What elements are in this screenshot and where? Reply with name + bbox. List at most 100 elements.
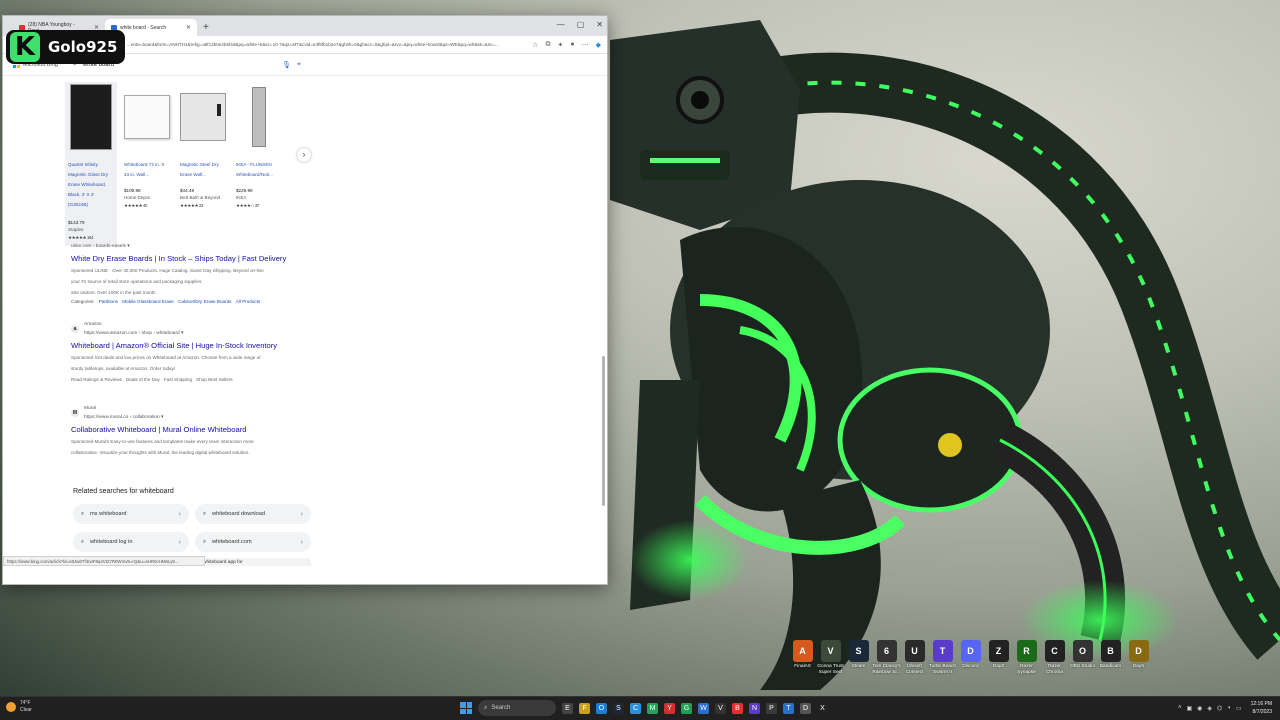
taskbar-app[interactable]: T xyxy=(783,702,794,714)
taskbar-app[interactable]: M xyxy=(647,702,658,714)
desktop-shortcut[interactable]: O OBS Studio xyxy=(1070,640,1095,676)
desktop-shortcut[interactable]: B Bandicam xyxy=(1098,640,1123,676)
result-source-url[interactable]: https://www.amazon.com › shop › whiteboa… xyxy=(84,331,183,336)
product-card[interactable]: Whiteboard 72 in. X 43 in. Wall... $109.… xyxy=(121,82,173,232)
start-button[interactable] xyxy=(460,702,472,714)
search-result: a Amazon https://www.amazon.com › shop ›… xyxy=(71,320,301,385)
discord-icon: D xyxy=(960,640,981,662)
sitelink[interactable]: Partitions xyxy=(99,299,118,304)
taskbar-app[interactable]: C xyxy=(630,702,641,714)
battery-icon[interactable]: ▭ xyxy=(1236,705,1242,712)
close-tab-icon[interactable]: ✕ xyxy=(186,24,191,31)
desktop-shortcut[interactable]: S Steam xyxy=(846,640,871,676)
sitelink[interactable]: Cabinet/Dry Erase Boards xyxy=(178,299,231,304)
tray-app-icon[interactable]: ◉ xyxy=(1197,705,1202,712)
taskbar-app[interactable]: P xyxy=(766,702,777,714)
edge-copilot-icon[interactable]: ◆ xyxy=(596,41,601,49)
url-field[interactable]: ...ente=board&form=ANNTH1&refig=a8f13b0e… xyxy=(127,42,532,47)
desktop-shortcut[interactable]: D Discord xyxy=(958,640,983,676)
carousel-next-button[interactable]: › xyxy=(297,148,311,162)
related-search-chip[interactable]: ⌕ whiteboard.com › xyxy=(195,532,311,552)
product-title[interactable]: IKEA - FLUNSEN Whiteboard/Noti... xyxy=(236,160,282,186)
product-image xyxy=(180,84,226,150)
streamer-overlay: K Golo925 xyxy=(6,30,126,64)
related-search-chip[interactable]: whiteboard app for xyxy=(195,558,311,566)
weather-sun-icon xyxy=(6,702,16,712)
taskbar-app[interactable]: Y xyxy=(664,702,675,714)
product-image xyxy=(124,84,170,150)
app-icon: A xyxy=(792,640,813,662)
maximize-button[interactable]: ▢ xyxy=(577,20,585,29)
tray-app-icon[interactable]: ▣ xyxy=(1187,705,1193,712)
desktop-shortcut[interactable]: D DayS xyxy=(1126,640,1151,676)
ubisoft-icon: U xyxy=(904,640,925,662)
page-scrollbar[interactable] xyxy=(602,356,605,506)
browser-toolbar: ☆ ⧉ ✦ ● ⋯ ◆ xyxy=(532,41,601,49)
taskbar-app[interactable]: V xyxy=(715,702,726,714)
taskbar-search[interactable]: ⌕ Search xyxy=(478,700,556,716)
taskbar-app[interactable]: B xyxy=(732,702,743,714)
result-source-url[interactable]: uline.com › boards-easels ▾ xyxy=(71,242,130,251)
taskbar-app[interactable]: E xyxy=(562,702,573,714)
taskbar-app[interactable]: X xyxy=(817,702,828,714)
taskbar-app[interactable]: N xyxy=(749,702,760,714)
product-title[interactable]: Quartet Infinity Magnetic Glass Dry Eras… xyxy=(68,160,114,218)
search-icon: ⌕ xyxy=(203,538,207,545)
result-source-url[interactable]: https://www.mural.co › collaboration ▾ xyxy=(84,415,163,420)
clock[interactable]: 12:16 PM 8/7/2023 xyxy=(1251,700,1272,716)
app-icon: 6 xyxy=(876,640,897,662)
desktop-shortcut[interactable]: T Turtle Beach Swarm II xyxy=(929,640,956,676)
collections-icon[interactable]: ⧉ xyxy=(546,41,551,49)
desktop-shortcut[interactable]: R Razer Synapse xyxy=(1014,640,1039,676)
obs-icon: O xyxy=(1072,640,1093,662)
result-title-link[interactable]: White Dry Erase Boards | In Stock – Ship… xyxy=(71,253,301,265)
desktop-shortcut[interactable]: V Gonna Trust Super Sect xyxy=(817,640,844,676)
tray-app-icon[interactable]: ◈ xyxy=(1207,705,1212,712)
taskbar-app[interactable]: F xyxy=(579,702,590,714)
network-icon[interactable]: ⌬ xyxy=(1217,705,1222,712)
product-card[interactable]: IKEA - FLUNSEN Whiteboard/Noti... $229.9… xyxy=(233,82,285,232)
taskbar-app[interactable]: S xyxy=(613,702,624,714)
profile-icon[interactable]: ● xyxy=(570,41,574,49)
taskbar-app[interactable]: G xyxy=(681,702,692,714)
result-title-link[interactable]: Whiteboard | Amazon® Official Site | Hug… xyxy=(71,340,301,352)
taskbar-app[interactable]: O xyxy=(596,702,607,714)
product-carousel: Quartet Infinity Magnetic Glass Dry Eras… xyxy=(65,82,285,246)
visual-search-icon[interactable]: ⌖ xyxy=(297,61,301,69)
product-store: Staples xyxy=(68,227,84,232)
product-price: $44.49 xyxy=(180,188,195,193)
extensions-icon[interactable]: ✦ xyxy=(558,41,564,49)
product-rating: ★★★★★ 23 xyxy=(180,203,203,208)
microphone-icon[interactable]: 🎙 xyxy=(282,61,291,69)
new-tab-button[interactable]: + xyxy=(203,19,209,36)
desktop-shortcut[interactable]: C Razer Chroma xyxy=(1042,640,1067,676)
related-search-chip[interactable]: ⌕ whiteboard log in › xyxy=(73,532,189,552)
sitelink[interactable]: Mobile Glassboard Erase xyxy=(122,299,174,304)
taskbar-app[interactable]: D xyxy=(800,702,811,714)
desktop-shortcut[interactable]: A FinalArt xyxy=(790,640,815,676)
result-site-name: Mural xyxy=(84,406,96,411)
taskbar-app[interactable]: W xyxy=(698,702,709,714)
menu-icon[interactable]: ⋯ xyxy=(582,41,589,49)
related-search-chip[interactable]: ⌕ whiteboard download › xyxy=(195,504,311,524)
chevron-up-icon[interactable]: ˄ xyxy=(1178,705,1182,711)
product-card[interactable]: Quartet Infinity Magnetic Glass Dry Eras… xyxy=(65,82,117,246)
volume-icon[interactable]: ◖ xyxy=(1227,705,1231,711)
product-title[interactable]: Magnetic Steel Dry Erase Wall... xyxy=(180,160,226,186)
product-card[interactable]: Magnetic Steel Dry Erase Wall... $44.49 … xyxy=(177,82,229,232)
product-title[interactable]: Whiteboard 72 in. X 43 in. Wall... xyxy=(124,160,170,186)
favorite-star-icon[interactable]: ☆ xyxy=(532,41,538,49)
result-title-link[interactable]: Collaborative Whiteboard | Mural Online … xyxy=(71,424,301,436)
desktop-shortcut[interactable]: U Ubisoft Connect xyxy=(902,640,927,676)
desktop-shortcut[interactable]: Z DayZ xyxy=(986,640,1011,676)
related-search-chip[interactable]: ⌕ ms whiteboard › xyxy=(73,504,189,524)
minimize-button[interactable]: — xyxy=(557,20,565,29)
system-tray: ˄ ▣ ◉ ◈ ⌬ ◖ ▭ 12:16 PM 8/7/2023 xyxy=(1178,700,1272,716)
chevron-right-icon: › xyxy=(300,538,303,546)
weather-widget[interactable]: 74°F Clear xyxy=(6,700,32,714)
related-searches-heading: Related searches for whiteboard xyxy=(73,488,174,495)
close-window-button[interactable]: ✕ xyxy=(596,20,603,29)
sitelink[interactable]: All Products xyxy=(236,299,261,304)
search-result: uline.com › boards-easels ▾ White Dry Er… xyxy=(71,242,301,304)
desktop-shortcut[interactable]: 6 Tom Clancy's Rainbow Si... xyxy=(872,640,901,676)
